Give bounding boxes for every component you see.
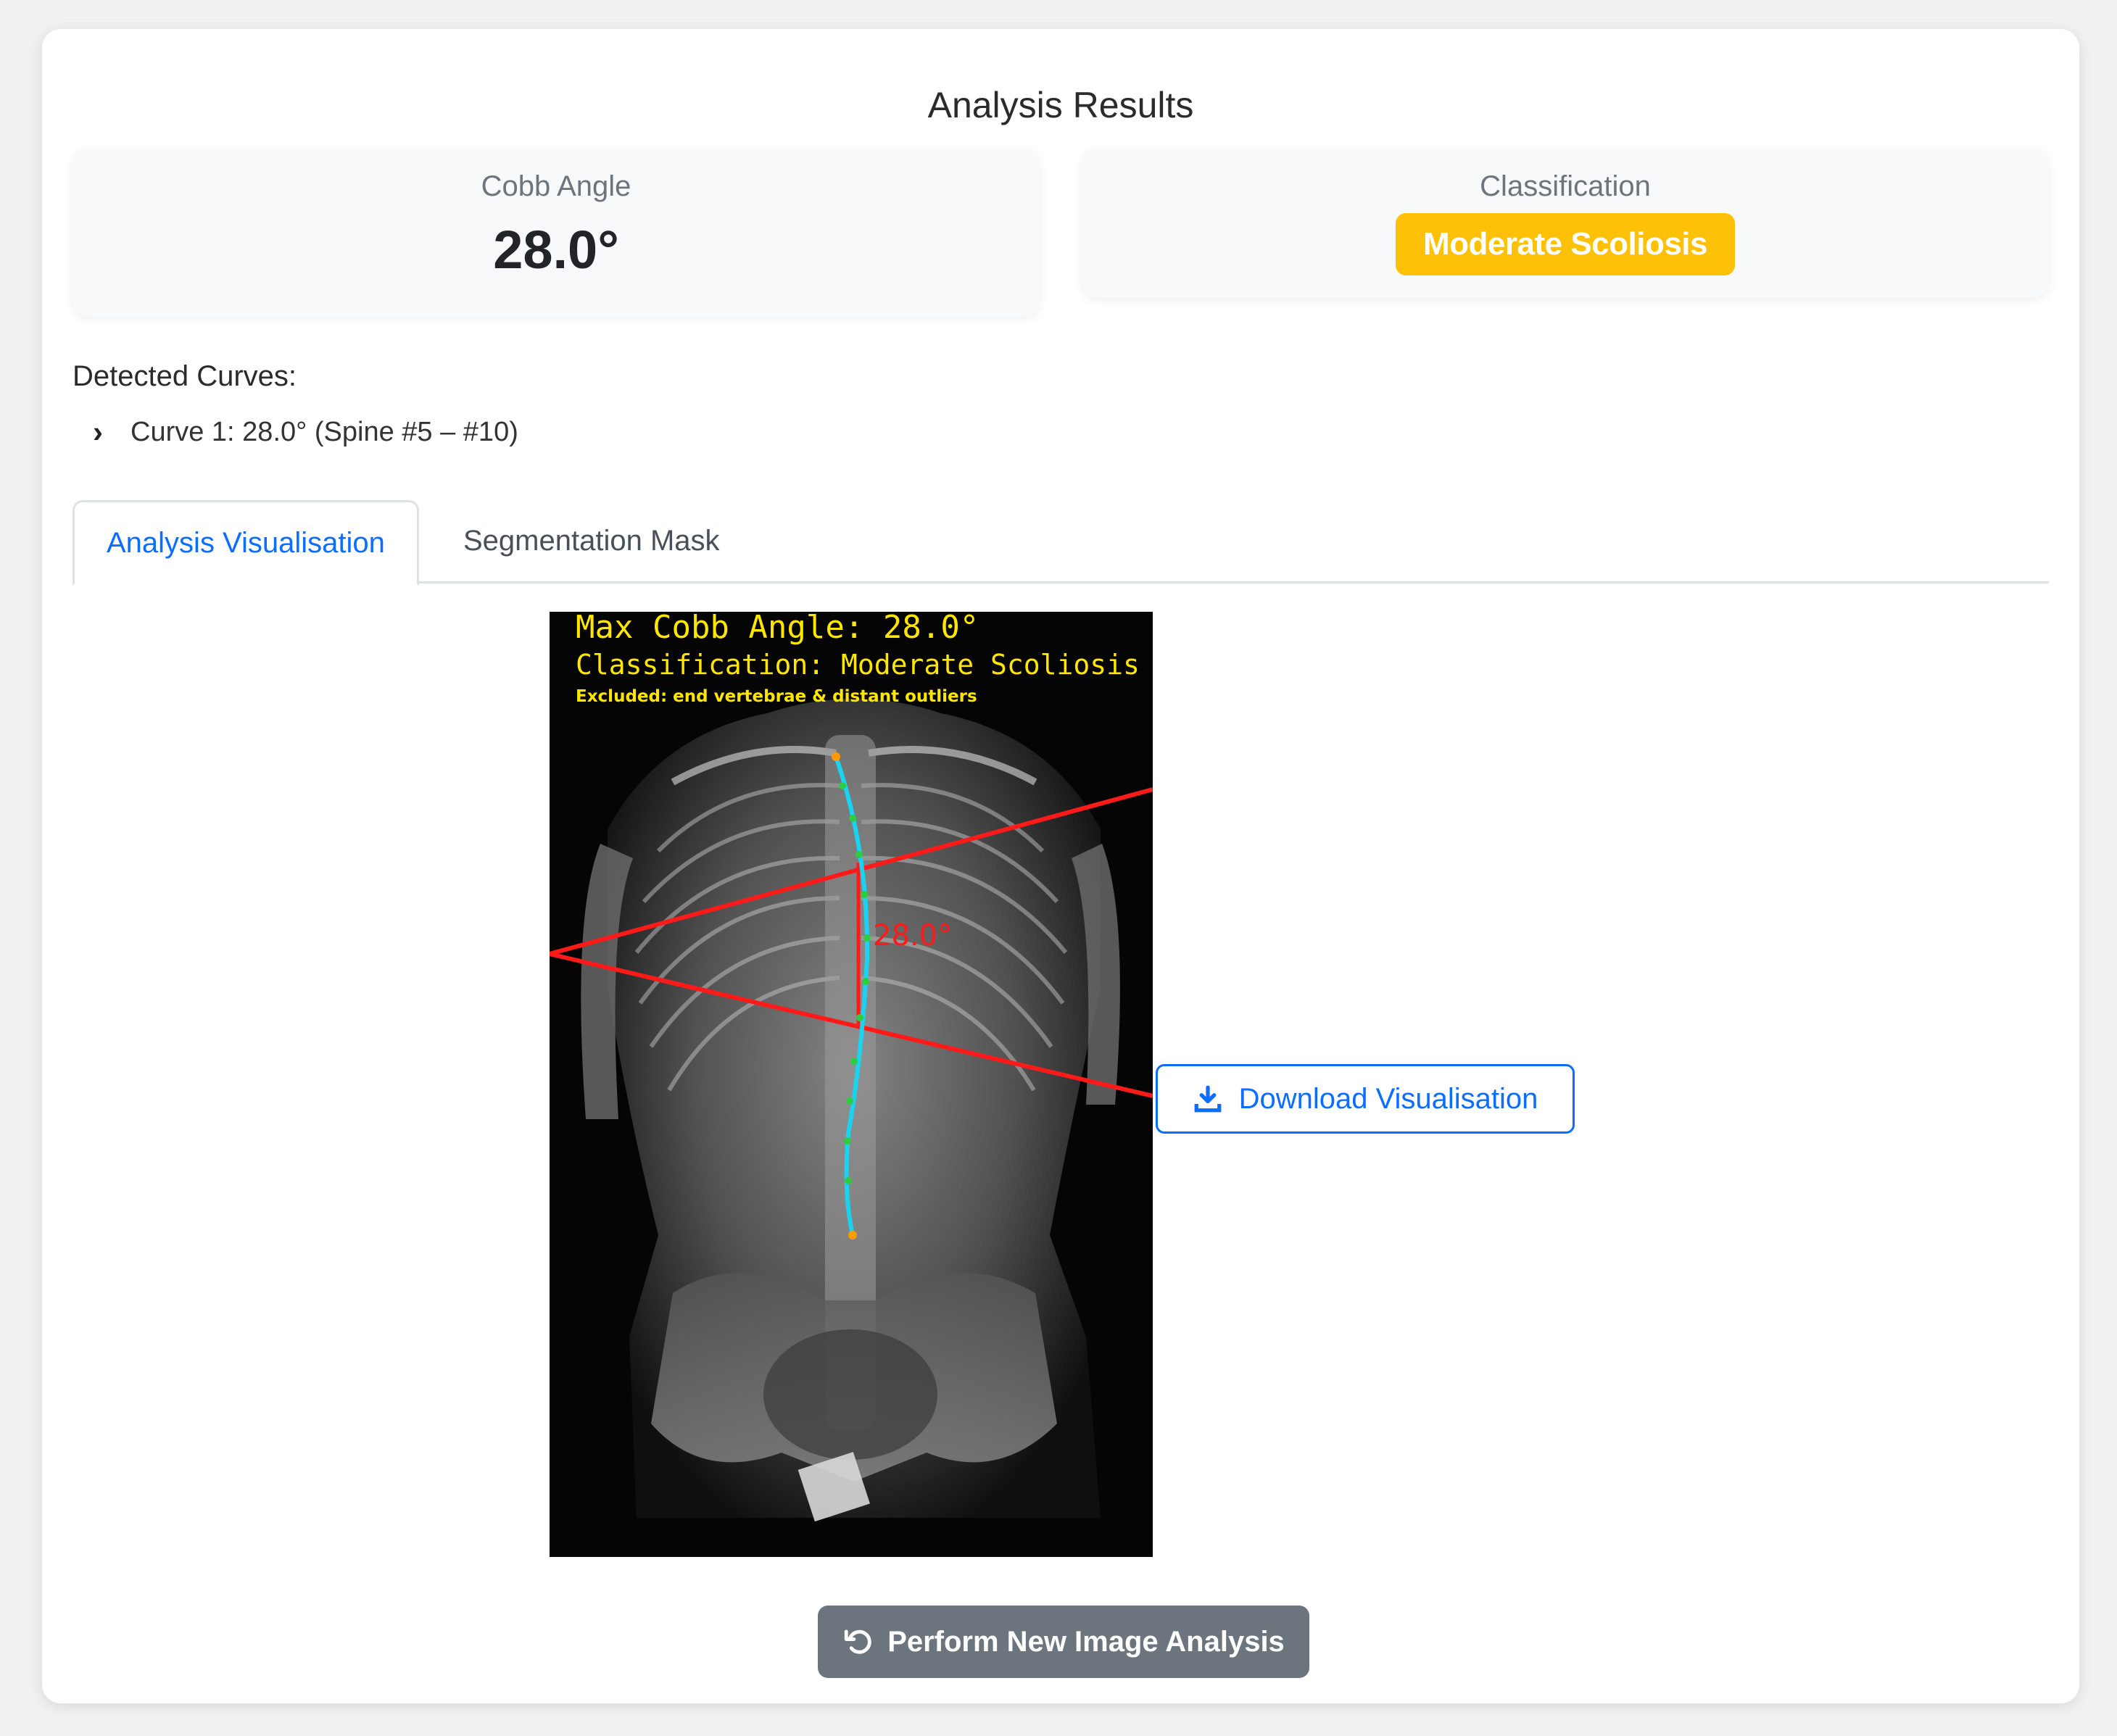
cobb-angle-label: Cobb Angle xyxy=(481,170,631,202)
overlay-angle-label: 28.0° xyxy=(873,919,952,952)
overlay-classification: Classification: Moderate Scoliosis xyxy=(576,649,1140,681)
download-visualisation-button[interactable]: Download Visualisation xyxy=(1156,1064,1575,1134)
classification-label: Classification xyxy=(1480,170,1651,202)
pelvic-inlet xyxy=(763,1329,937,1460)
cobb-angle-card: Cobb Angle 28.0° xyxy=(72,149,1040,317)
undo-arrow-icon xyxy=(844,1629,871,1654)
xray-visualisation-image: Max Cobb Angle: 28.0° Classification: Mo… xyxy=(550,612,1153,1557)
overlay-excluded-note: Excluded: end vertebrae & distant outlie… xyxy=(576,687,977,706)
page-title: Analysis Results xyxy=(927,85,1194,125)
overlay-max-cobb: Max Cobb Angle: 28.0° xyxy=(576,612,979,646)
new-analysis-label: Perform New Image Analysis xyxy=(887,1625,1285,1658)
classification-badge: Moderate Scoliosis xyxy=(1395,213,1735,275)
analysis-results-card: Analysis Results Cobb Angle 28.0° Classi… xyxy=(42,29,2079,1703)
download-icon xyxy=(1194,1085,1221,1113)
download-label: Download Visualisation xyxy=(1238,1082,1538,1115)
curve-list-item[interactable]: › Curve 1: 28.0° (Spine #5 – #10) xyxy=(93,415,518,449)
classification-card: Classification Moderate Scoliosis xyxy=(1082,149,2049,298)
chevron-right-icon: › xyxy=(93,415,103,449)
detected-curves-title: Detected Curves: xyxy=(72,360,297,392)
spine-start-point xyxy=(832,752,840,761)
spine-end-point xyxy=(848,1231,857,1239)
visualisation-tabs: Analysis Visualisation Segmentation Mask xyxy=(72,500,2049,586)
new-analysis-button[interactable]: Perform New Image Analysis xyxy=(818,1606,1309,1678)
cobb-angle-value: 28.0° xyxy=(493,220,619,280)
tab-segmentation-mask[interactable]: Segmentation Mask xyxy=(431,500,752,581)
tab-analysis-visualisation[interactable]: Analysis Visualisation xyxy=(72,500,419,586)
curve-label: Curve 1: 28.0° (Spine #5 – #10) xyxy=(130,416,518,447)
